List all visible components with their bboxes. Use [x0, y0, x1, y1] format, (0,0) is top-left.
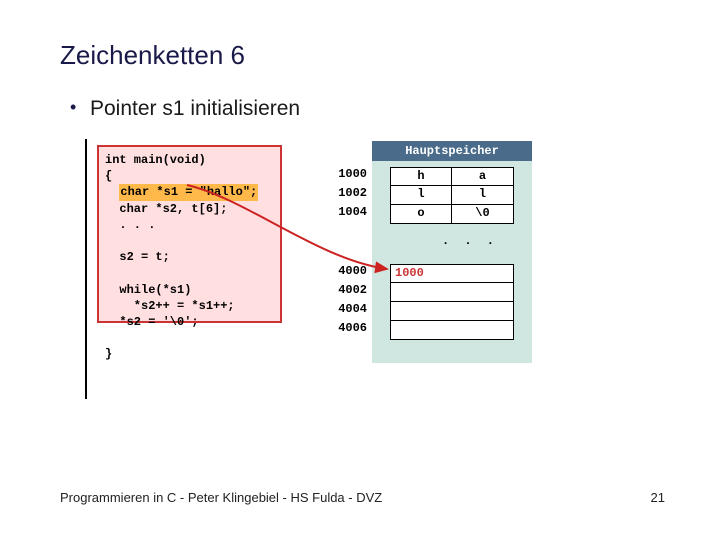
mem-cell: l	[390, 186, 452, 205]
mem-addr: 4006	[327, 321, 367, 335]
mem-cell: a	[452, 167, 514, 186]
mem-cell-ptr	[390, 321, 514, 340]
footer-text: Programmieren in C - Peter Klingebiel - …	[60, 490, 382, 505]
memory-string-cells: h a l l o \0	[390, 167, 514, 224]
mem-addr: 1000	[327, 167, 367, 181]
mem-cell-ptr: 1000	[390, 264, 514, 283]
mem-cell: \0	[452, 205, 514, 224]
mem-cell-ptr	[390, 302, 514, 321]
mem-cell: l	[452, 186, 514, 205]
mem-addr: 4004	[327, 302, 367, 316]
mem-addr: 1004	[327, 205, 367, 219]
bullet-text: Pointer s1 initialisieren	[60, 97, 665, 121]
slide-title: Zeichenketten 6	[60, 40, 665, 71]
mem-cell: o	[390, 205, 452, 224]
mem-cell: h	[390, 167, 452, 186]
memory-panel: Hauptspeicher h a l l o \0 .	[372, 141, 532, 363]
code-box: int main(void) { char *s1 = "hallo"; cha…	[97, 145, 282, 323]
mem-addr: 4002	[327, 283, 367, 297]
memory-header: Hauptspeicher	[372, 141, 532, 161]
memory-area: h a l l o \0 . . . 1000	[372, 161, 532, 363]
mem-cell-ptr	[390, 283, 514, 302]
page-number: 21	[651, 490, 665, 505]
memory-ellipsis: . . .	[442, 234, 498, 248]
memory-pointer-cells: 1000	[390, 264, 514, 340]
code-highlight: char *s1 = "hallo";	[119, 184, 258, 200]
mem-addr: 4000	[327, 264, 367, 278]
diagram-figure: int main(void) { char *s1 = "hallo"; cha…	[85, 139, 505, 399]
mem-addr: 1002	[327, 186, 367, 200]
